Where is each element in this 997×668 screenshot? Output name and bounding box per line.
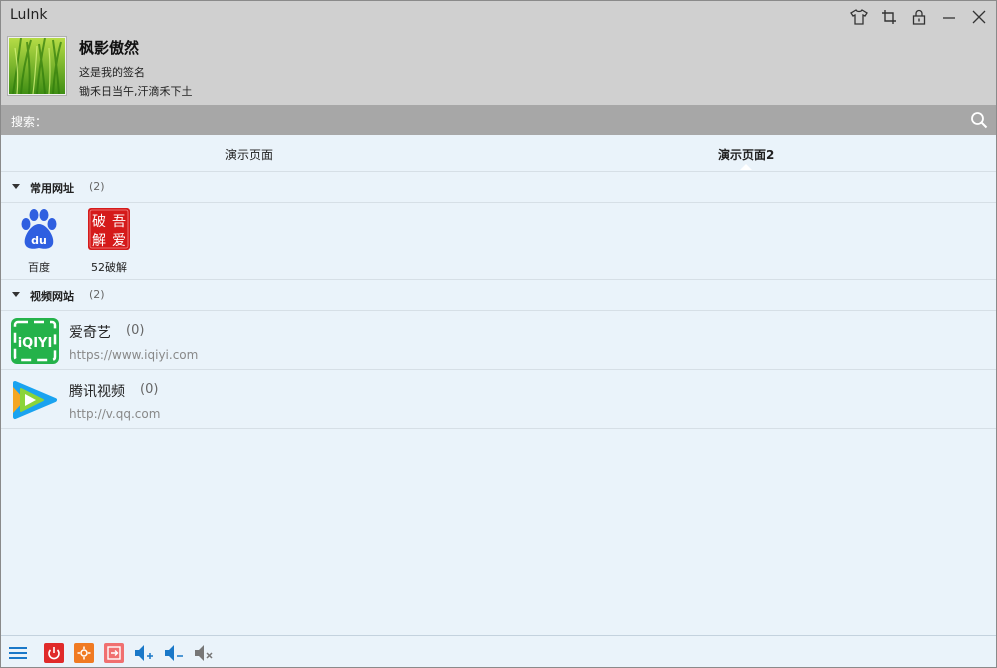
bottom-toolbar [1, 635, 996, 667]
signature-line-2: 锄禾日当午,汗滴禾下土 [79, 85, 193, 98]
baidu-logo-text: du [31, 234, 47, 247]
tab-bar: 演示页面 演示页面2 [1, 135, 996, 172]
app-window: LuInk 枫影傲然 这是我的签名 锄禾日当午,汗滴禾下土 搜索： 演示页面 演… [0, 0, 997, 668]
tab-demo-page[interactable]: 演示页面 [225, 146, 273, 163]
seal-char-3: 解 [92, 233, 106, 249]
seal-char-4: 爱 [112, 233, 126, 249]
minimize-icon[interactable] [938, 7, 960, 27]
site-name: 腾讯视频 [69, 384, 125, 400]
close-icon[interactable] [968, 7, 990, 27]
expand-arrow-icon [12, 292, 20, 297]
skin-shirt-icon[interactable] [848, 7, 870, 27]
group-count: (2) [89, 288, 105, 301]
window-title: LuInk [10, 7, 48, 23]
52pojie-icon: 破 吾 解 爱 [87, 208, 131, 255]
avatar[interactable] [8, 37, 66, 95]
search-bar: 搜索： [1, 105, 996, 135]
list-item-tencent-video[interactable]: 腾讯视频 (0) http://v.qq.com [1, 370, 996, 429]
site-name: 爱奇艺 [69, 325, 111, 341]
group-header-common-sites[interactable]: 常用网址 (2) [1, 172, 996, 203]
site-url: https://www.iqiyi.com [69, 348, 199, 362]
expand-arrow-icon [12, 184, 20, 189]
search-input[interactable] [51, 110, 955, 132]
settings-icon[interactable] [74, 643, 94, 663]
mute-icon[interactable] [194, 643, 216, 663]
list-item-iqiyi[interactable]: iQIYI 爱奇艺 (0) https://www.iqiyi.com [1, 311, 996, 370]
username: 枫影傲然 [79, 39, 140, 57]
group-count: (2) [89, 180, 105, 193]
seal-char-2: 吾 [112, 214, 126, 230]
seal-char-1: 破 [92, 214, 106, 230]
signature-line-1: 这是我的签名 [79, 66, 145, 79]
tencent-video-icon [11, 377, 59, 423]
tab-demo-page-2[interactable]: 演示页面2 [718, 146, 774, 163]
power-icon[interactable] [44, 643, 64, 663]
volume-up-icon[interactable] [134, 643, 156, 663]
volume-down-icon[interactable] [164, 643, 186, 663]
shortcut-baidu[interactable]: du 百度 [11, 207, 67, 275]
lock-icon[interactable] [908, 7, 930, 27]
menu-icon[interactable] [8, 643, 28, 663]
window-controls [848, 7, 990, 27]
iqiyi-logo-text: iQIYI [18, 336, 53, 351]
site-count: (0) [126, 323, 145, 338]
site-url: http://v.qq.com [69, 407, 161, 421]
shortcut-label: 百度 [28, 261, 50, 274]
group-name: 视频网站 [30, 290, 74, 303]
exit-icon[interactable] [104, 643, 124, 663]
group-header-video-sites[interactable]: 视频网站 (2) [1, 280, 996, 311]
shortcut-label: 52破解 [91, 261, 127, 274]
group-name: 常用网址 [30, 182, 74, 195]
shortcut-52pojie[interactable]: 破 吾 解 爱 52破解 [81, 207, 137, 275]
profile-header: LuInk 枫影傲然 这是我的签名 锄禾日当午,汗滴禾下土 [1, 1, 996, 105]
active-tab-pointer [740, 164, 752, 170]
iqiyi-icon: iQIYI [11, 318, 59, 364]
baidu-icon: du [17, 209, 61, 255]
crop-icon[interactable] [878, 7, 900, 27]
search-icon[interactable] [970, 111, 988, 129]
site-count: (0) [140, 382, 159, 397]
search-label: 搜索： [11, 115, 48, 129]
